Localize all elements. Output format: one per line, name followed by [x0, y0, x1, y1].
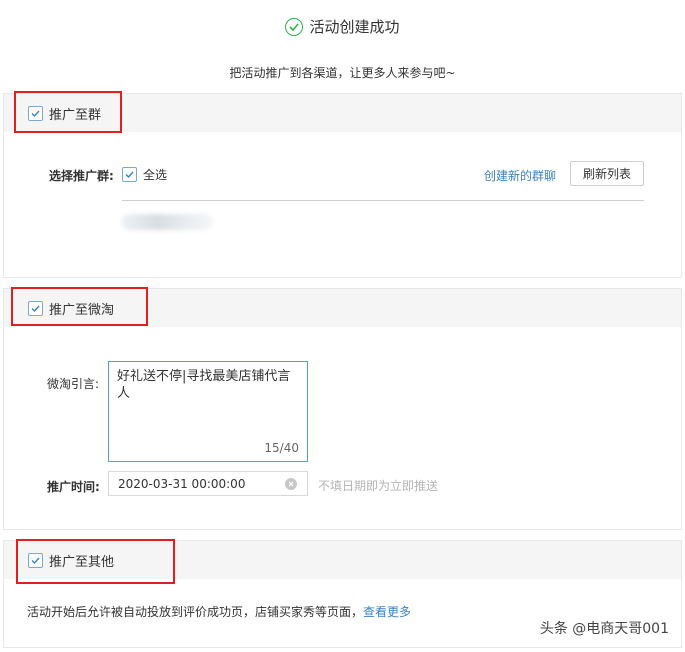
- promote-time-hint: 不填日期即为立即推送: [318, 479, 439, 493]
- page-title-text: 活动创建成功: [309, 18, 400, 36]
- promote-time-label: 推广时间:: [47, 480, 100, 494]
- quote-char-counter: 15/40: [264, 441, 299, 455]
- page-title: 活动创建成功: [0, 16, 685, 37]
- select-all-label: 全选: [143, 168, 168, 182]
- refresh-list-button[interactable]: 刷新列表: [570, 161, 644, 186]
- weitao-quote-value: 好礼送不停|寻找最美店铺代言人: [117, 369, 291, 401]
- success-check-icon: [285, 17, 304, 36]
- highlight-box: [14, 91, 122, 133]
- group-list-divider: [122, 200, 644, 201]
- highlight-box: [16, 539, 175, 584]
- view-more-link[interactable]: 查看更多: [363, 605, 411, 619]
- blurred-group-item[interactable]: [121, 214, 213, 230]
- highlight-box: [11, 287, 148, 326]
- clear-icon[interactable]: [285, 478, 297, 490]
- promote-time-value: 2020-03-31 00:00:00: [118, 476, 246, 491]
- checkbox-checked-icon: [122, 167, 137, 182]
- weitao-quote-textarea[interactable]: 好礼送不停|寻找最美店铺代言人 15/40: [108, 361, 308, 462]
- select-all-checkbox[interactable]: 全选: [122, 166, 167, 183]
- watermark: 头条 @电商天哥001: [539, 621, 669, 637]
- description-text: 活动开始后允许被自动投放到评价成功页，店铺买家秀等页面，: [27, 605, 364, 619]
- select-group-label: 选择推广群:: [49, 169, 114, 183]
- promote-time-input[interactable]: 2020-03-31 00:00:00: [108, 471, 308, 496]
- weitao-quote-label: 微淘引言:: [47, 377, 100, 391]
- page-subtitle: 把活动推广到各渠道，让更多人来参与吧~: [229, 66, 456, 80]
- promote-other-description: 活动开始后允许被自动投放到评价成功页，店铺买家秀等页面，查看更多: [27, 603, 411, 620]
- create-group-link[interactable]: 创建新的群聊: [484, 167, 556, 184]
